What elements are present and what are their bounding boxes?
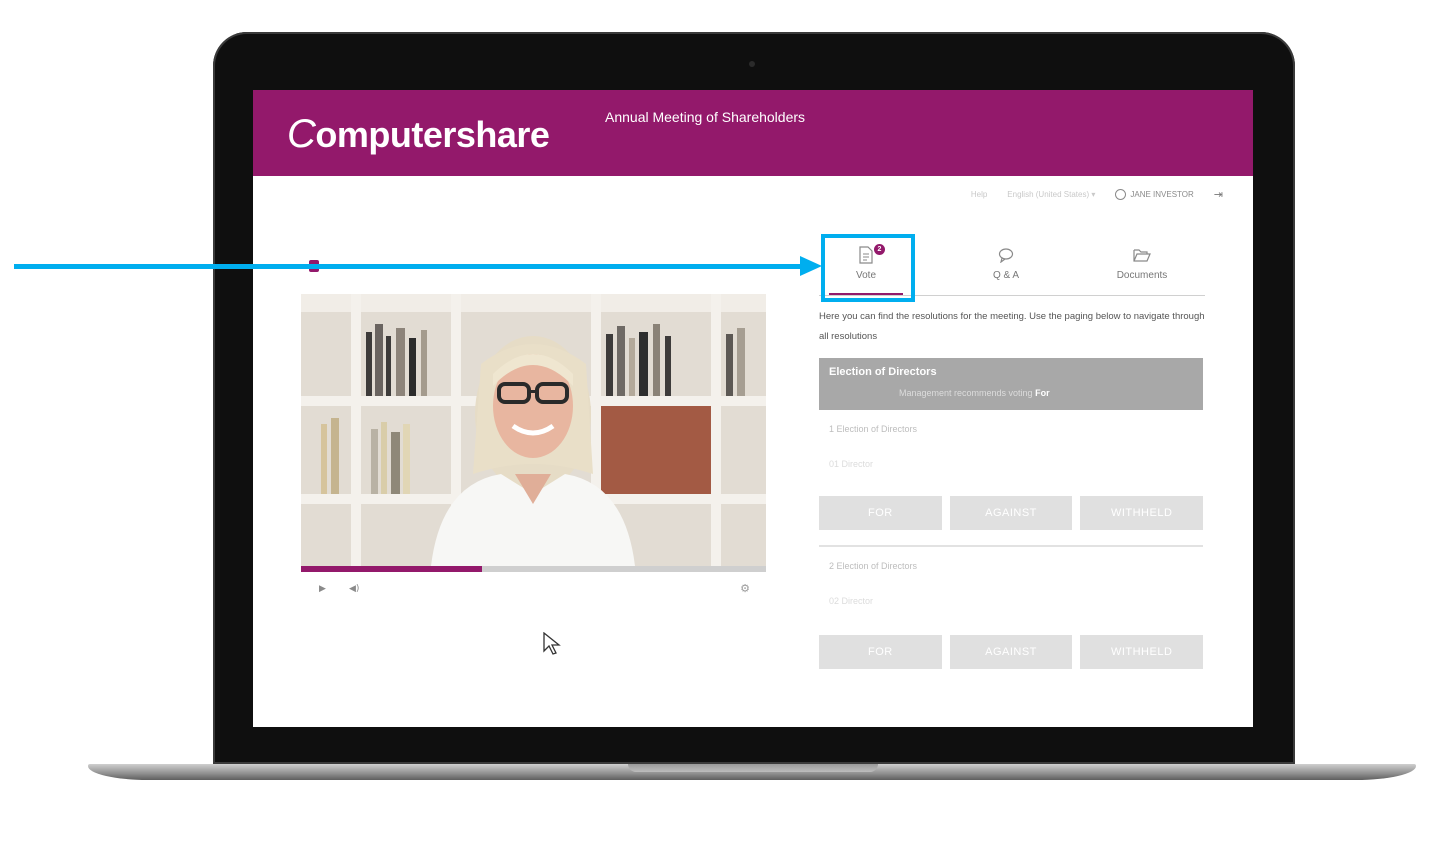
chat-bubble-icon [998,248,1014,263]
vote-button-row: FOR AGAINST WITHHELD [819,496,1204,530]
video-controls: ▶ ◀) ⚙ [301,582,766,598]
resolution-recommendation: Management recommends voting For [899,388,1050,398]
annotation-highlight-box [821,234,915,302]
mouse-cursor-icon [543,632,561,655]
app-header: Computershare Annual Meeting of Sharehol… [253,90,1253,176]
computershare-logo: Computershare [287,112,550,156]
tab-qa-label: Q & A [992,270,1020,281]
user-icon [1115,189,1127,200]
user-menu[interactable]: JANE INVESTOR [1115,189,1194,200]
resolution-header: Election of Directors Management recomme… [819,358,1203,410]
webcam [749,61,755,67]
laptop-notch [628,764,878,772]
video-progress-fill [301,566,483,572]
tab-documents-label: Documents [1116,270,1168,281]
vote-for-button[interactable]: FOR [819,496,942,530]
resolution-item-title: 1 Election of Directors [829,424,918,434]
logout-icon[interactable]: ⇥ [1214,188,1223,201]
vote-against-button[interactable]: AGAINST [949,496,1073,530]
vote-withheld-button[interactable]: WITHHELD [1080,496,1204,530]
play-icon[interactable]: ▶ [319,584,326,594]
tab-qa[interactable]: Q & A [963,240,1049,296]
gear-icon[interactable]: ⚙ [740,582,750,595]
volume-icon[interactable]: ◀) [349,584,359,594]
vote-instructions: Here you can find the resolutions for th… [819,311,1205,342]
top-bar: Help English (United States) ▾ JANE INVE… [971,188,1223,201]
resolution-item-title: 2 Election of Directors [829,561,918,571]
resolution-item-sub: 02 Director [829,596,874,606]
resolution-title: Election of Directors [829,366,937,378]
user-name: JANE INVESTOR [1130,190,1194,199]
video-progress-bar[interactable] [301,566,766,572]
vote-button-row: FOR AGAINST WITHHELD [819,635,1204,669]
annotation-arrow-line [14,264,804,269]
annotation-arrow-head-icon [800,256,822,276]
video-frame [301,294,766,566]
vote-withheld-button[interactable]: WITHHELD [1080,635,1204,669]
resolution-divider [819,545,1203,547]
vote-against-button[interactable]: AGAINST [949,635,1073,669]
language-select[interactable]: English (United States) ▾ [1007,190,1095,199]
video-player[interactable] [301,294,766,566]
resolution-item-sub: 01 Director [829,459,874,469]
vote-for-button[interactable]: FOR [819,635,942,669]
meeting-title: Annual Meeting of Shareholders [605,109,806,125]
screen: Computershare Annual Meeting of Sharehol… [253,90,1253,727]
folder-open-icon [1133,249,1151,262]
help-link[interactable]: Help [971,190,987,199]
tab-documents[interactable]: Documents [1099,240,1185,296]
